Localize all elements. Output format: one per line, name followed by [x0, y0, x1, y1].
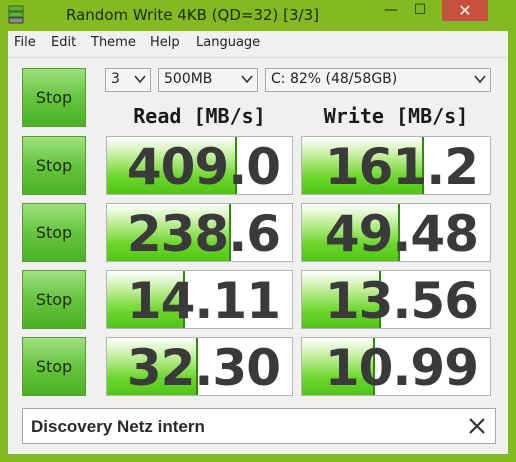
- disk-app-icon: [8, 5, 24, 24]
- clear-icon[interactable]: [465, 414, 489, 438]
- menu-theme[interactable]: Theme: [91, 35, 136, 50]
- maximize-button[interactable]: ☐: [407, 0, 433, 21]
- write-header: Write [MB/s]: [323, 104, 469, 128]
- write-result-2: 49.48: [301, 203, 491, 262]
- write-value-3: 13.56: [324, 272, 479, 329]
- stop-button-seq[interactable]: Stop: [22, 136, 86, 195]
- read-result-3: 14.11: [106, 270, 293, 329]
- drive-select[interactable]: C: 82% (48/58GB): [265, 68, 491, 92]
- write-result-1: 161.2: [301, 136, 491, 195]
- test-size-select[interactable]: 500MB: [158, 68, 258, 92]
- menu-file[interactable]: File: [14, 35, 36, 50]
- test-count-value: 3: [111, 71, 120, 87]
- stop-all-button[interactable]: Stop: [22, 68, 86, 127]
- read-result-1: 409.0: [106, 136, 293, 195]
- write-result-3: 13.56: [301, 270, 491, 329]
- write-result-4: 10.99: [301, 337, 491, 396]
- read-header: Read [MB/s]: [133, 104, 266, 128]
- chevron-down-icon: [134, 75, 146, 84]
- chevron-down-icon: [241, 75, 253, 84]
- read-result-4: 32.30: [106, 337, 293, 396]
- menu-help[interactable]: Help: [150, 35, 180, 50]
- read-value-1: 409.0: [126, 138, 281, 195]
- comment-input[interactable]: [29, 415, 453, 439]
- main-panel: Stop 3 500MB C: 82% (48/58GB) Read [MB/s…: [8, 58, 508, 454]
- minimize-button[interactable]: —: [378, 0, 404, 21]
- drive-value: C: 82% (48/58GB): [271, 71, 398, 87]
- title-bar: Random Write 4KB (QD=32) [3/3] — ☐ ✕: [0, 0, 516, 31]
- stop-button-4k[interactable]: Stop: [22, 270, 86, 329]
- stop-button-512k[interactable]: Stop: [22, 203, 86, 262]
- read-value-2: 238.6: [126, 205, 281, 262]
- stop-button-4k-qd32[interactable]: Stop: [22, 337, 86, 396]
- chevron-down-icon: [474, 75, 486, 84]
- read-result-2: 238.6: [106, 203, 293, 262]
- close-button[interactable]: ✕: [442, 0, 488, 21]
- read-value-3: 14.11: [126, 272, 281, 329]
- write-value-1: 161.2: [324, 138, 479, 195]
- menu-bar: File Edit Theme Help Language: [8, 31, 508, 58]
- menu-language[interactable]: Language: [196, 35, 260, 50]
- test-count-select[interactable]: 3: [105, 68, 151, 92]
- comment-box: [22, 408, 496, 444]
- write-value-4: 10.99: [324, 339, 479, 396]
- write-value-2: 49.48: [324, 205, 479, 262]
- test-size-value: 500MB: [164, 71, 213, 87]
- read-value-4: 32.30: [126, 339, 281, 396]
- window-title: Random Write 4KB (QD=32) [3/3]: [66, 6, 320, 24]
- menu-edit[interactable]: Edit: [51, 35, 76, 50]
